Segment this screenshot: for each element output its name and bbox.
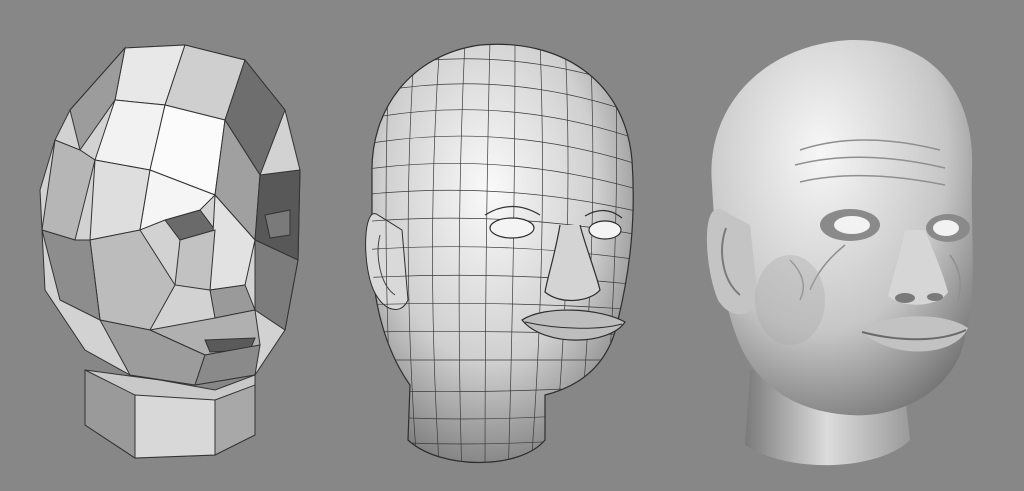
wireframe-head <box>365 43 634 463</box>
low-poly-head <box>39 44 301 459</box>
three-heads-illustration <box>39 39 973 466</box>
render-canvas <box>0 0 1024 491</box>
sculpted-head <box>706 39 973 466</box>
